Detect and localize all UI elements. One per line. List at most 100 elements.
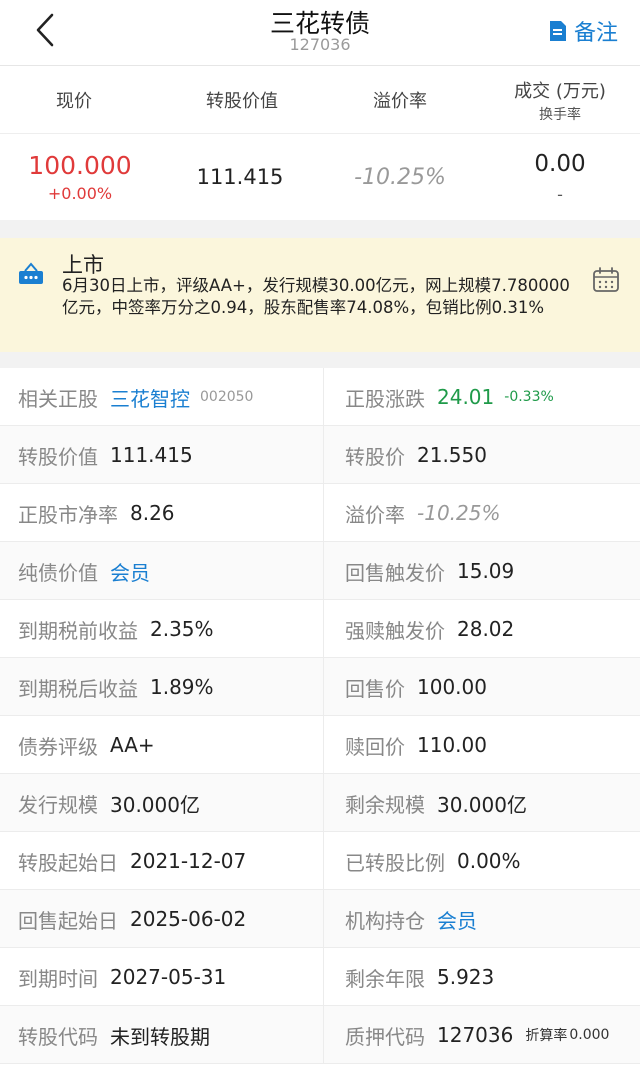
column-divider — [323, 368, 324, 426]
detail-cell: 溢价率 -10.25% — [345, 484, 635, 542]
field-label: 到期税后收益 — [18, 676, 138, 701]
field-label: 回售起始日 — [18, 908, 118, 933]
column-divider — [323, 716, 324, 774]
field-label: 转股代码 — [18, 1024, 98, 1049]
detail-cell: 转股价 21.550 — [345, 426, 635, 484]
detail-row: 转股起始日 2021-12-07 已转股比例 0.00% — [0, 832, 640, 890]
detail-cell: 回售价 100.00 — [345, 658, 635, 716]
conversion-rate-label: 折算率 — [525, 1028, 568, 1044]
price-change: +0.00% — [47, 184, 113, 203]
note-icon — [549, 21, 566, 41]
column-divider — [323, 600, 324, 658]
detail-cell: 到期税后收益 1.89% — [18, 658, 322, 716]
detail-row: 债券评级 AA+ 赎回价 110.00 — [0, 716, 640, 774]
conv-value-header-label: 转股价值 — [206, 91, 278, 112]
member-link[interactable]: 会员 — [437, 905, 477, 934]
volume-header[interactable]: 成交 (万元) 换手率 — [486, 66, 634, 134]
detail-row: 转股价值 111.415 转股价 21.550 — [0, 426, 640, 484]
stock-change-cell: 正股涨跌 24.01 -0.33% — [345, 368, 635, 426]
field-label: 转股价值 — [18, 444, 98, 469]
section-separator — [0, 352, 640, 368]
field-value: 2025-06-02 — [130, 907, 247, 931]
bond-code: 127036 — [289, 35, 351, 54]
related-stock-link[interactable]: 三花智控 — [110, 383, 190, 412]
note-label: 备注 — [573, 21, 618, 46]
listing-basket-icon — [19, 262, 43, 284]
field-label: 回售触发价 — [345, 560, 445, 585]
volume-header-label: 成交 (万元) — [514, 80, 606, 102]
field-label: 纯债价值 — [18, 560, 98, 585]
field-label: 回售价 — [345, 676, 405, 701]
calendar-icon[interactable] — [592, 266, 620, 294]
price-value: 100.000 — [28, 151, 132, 180]
field-value: 0.00% — [457, 849, 521, 873]
price-header-label: 现价 — [56, 91, 92, 112]
detail-cell: 到期时间 2027-05-31 — [18, 948, 322, 1006]
field-value: 8.26 — [130, 501, 175, 525]
listing-banner[interactable]: 上市 6月30日上市，评级AA+，发行规模30.00亿元，网上规模7.78000… — [0, 238, 640, 352]
premium-rate-value: -10.25% — [417, 501, 501, 525]
detail-cell: 质押代码 127036 折算率 0.000 — [345, 1006, 635, 1064]
turnover-header-label: 换手率 — [539, 106, 581, 123]
premium-header: 溢价率 — [326, 66, 474, 134]
detail-row: 正股市净率 8.26 溢价率 -10.25% — [0, 484, 640, 542]
premium-header-label: 溢价率 — [373, 91, 427, 112]
column-divider — [323, 426, 324, 484]
field-value: 1.89% — [150, 675, 214, 699]
field-value: 100.00 — [417, 675, 487, 699]
detail-row: 发行规模 30.000亿 剩余规模 30.000亿 — [0, 774, 640, 832]
field-label: 转股起始日 — [18, 850, 118, 875]
field-value: 28.02 — [457, 617, 515, 641]
detail-cell: 债券评级 AA+ — [18, 716, 322, 774]
field-value: 15.09 — [457, 559, 515, 583]
price-cell: 100.000 +0.00% — [6, 134, 154, 220]
field-label: 转股价 — [345, 444, 405, 469]
field-value: 30.000亿 — [110, 792, 200, 817]
related-stock-cell[interactable]: 相关正股 三花智控 002050 — [18, 368, 322, 426]
field-value: 110.00 — [417, 733, 487, 757]
stock-change-pct: -0.33% — [504, 389, 554, 405]
detail-cell: 赎回价 110.00 — [345, 716, 635, 774]
field-label: 债券评级 — [18, 734, 98, 759]
field-value: 未到转股期 — [110, 1024, 210, 1049]
field-label: 正股市净率 — [18, 502, 118, 527]
detail-cell: 转股代码 未到转股期 — [18, 1006, 322, 1064]
detail-cell: 到期税前收益 2.35% — [18, 600, 322, 658]
detail-cell: 回售触发价 15.09 — [345, 542, 635, 600]
detail-cell: 剩余年限 5.923 — [345, 948, 635, 1006]
turnover-value: - — [557, 184, 563, 204]
field-value: 5.923 — [437, 965, 495, 989]
column-divider — [323, 542, 324, 600]
field-label: 发行规模 — [18, 792, 98, 817]
column-divider — [323, 948, 324, 1006]
detail-row: 到期税后收益 1.89% 回售价 100.00 — [0, 658, 640, 716]
detail-cell: 已转股比例 0.00% — [345, 832, 635, 890]
column-divider — [323, 658, 324, 716]
field-value: 2021-12-07 — [130, 849, 247, 873]
conv-value: 111.415 — [196, 165, 284, 189]
column-divider — [323, 774, 324, 832]
field-label: 赎回价 — [345, 734, 405, 759]
detail-row: 回售起始日 2025-06-02 机构持仓 会员 — [0, 890, 640, 948]
field-value: AA+ — [110, 733, 155, 757]
conv-value-header: 转股价值 — [168, 66, 316, 134]
detail-cell[interactable]: 机构持仓 会员 — [345, 890, 635, 948]
detail-cell: 强赎触发价 28.02 — [345, 600, 635, 658]
field-label: 质押代码 — [345, 1024, 425, 1049]
detail-cell[interactable]: 纯债价值 会员 — [18, 542, 322, 600]
member-link[interactable]: 会员 — [110, 557, 150, 586]
column-divider — [323, 484, 324, 542]
field-value: 2027-05-31 — [110, 965, 227, 989]
field-value: 21.550 — [417, 443, 487, 467]
stock-code: 002050 — [200, 389, 254, 405]
detail-cell: 转股起始日 2021-12-07 — [18, 832, 322, 890]
detail-cell: 正股市净率 8.26 — [18, 484, 322, 542]
detail-row: 到期税前收益 2.35% 强赎触发价 28.02 — [0, 600, 640, 658]
quote-header-row: 现价 转股价值 溢价率 成交 (万元) 换手率 — [0, 66, 640, 134]
detail-cell: 剩余规模 30.000亿 — [345, 774, 635, 832]
field-value: 111.415 — [110, 443, 193, 467]
price-header: 现价 — [0, 66, 148, 134]
column-divider — [323, 890, 324, 948]
note-button[interactable]: 备注 — [548, 16, 618, 46]
column-divider — [323, 1006, 324, 1064]
